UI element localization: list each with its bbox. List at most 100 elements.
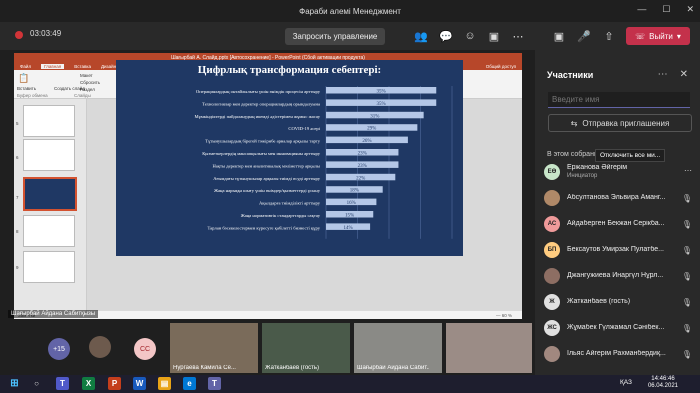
participant-name: Жатканбаев (гость): [567, 298, 631, 305]
minimize-icon[interactable]: —: [637, 4, 646, 15]
participants-icon[interactable]: 👥: [413, 29, 429, 43]
explorer-icon[interactable]: ▤: [158, 377, 171, 390]
reactions-icon[interactable]: ☺: [462, 29, 478, 43]
muted-mic-icon[interactable]: 🎙: [682, 220, 692, 229]
ppt-tab[interactable]: Вставка: [74, 64, 91, 69]
video-tile[interactable]: [446, 323, 532, 373]
section-button[interactable]: Раздел: [80, 87, 95, 92]
share-link-icon: ⇆: [570, 118, 578, 128]
participant-row[interactable]: АС Айдаберген Бекжан Серікба... 🎙: [535, 213, 700, 235]
close-icon[interactable]: ✕: [686, 4, 694, 15]
ppt-tab-active[interactable]: Главная: [41, 63, 65, 69]
category-label: COVID-19 әсері: [288, 126, 320, 131]
participant-name: Ільяс Айгерім Рахманбердиқ...: [567, 350, 666, 357]
video-tile[interactable]: Жатканбаев (гость): [262, 323, 350, 373]
ppt-tab[interactable]: Дизайн: [101, 64, 116, 69]
close-panel-icon[interactable]: ✕: [680, 69, 688, 80]
video-tile[interactable]: Шағырбай Айдана Сабит...: [354, 323, 442, 373]
microphone-icon[interactable]: 🎤: [576, 29, 592, 43]
search-icon[interactable]: ○: [30, 377, 43, 390]
slide-thumbnail[interactable]: [23, 105, 75, 137]
participant-name: Жұмабек Гүлжамал Сәнібек...: [567, 324, 665, 331]
teams-app-icon[interactable]: T: [208, 377, 221, 390]
reset-button[interactable]: Сбросить: [80, 80, 100, 85]
bar-value-label: 18%: [350, 189, 359, 194]
request-control-button[interactable]: Запросить управление: [285, 28, 385, 45]
slide-canvas: Цифрлық трансформация себептері: Операци…: [116, 60, 463, 256]
bar-value-label: 14%: [343, 226, 352, 231]
muted-mic-icon[interactable]: 🎙: [682, 350, 692, 359]
thumb-number: 9: [16, 265, 19, 270]
excel-icon[interactable]: X: [82, 377, 95, 390]
muted-mic-icon[interactable]: 🎙: [682, 246, 692, 255]
more-participants[interactable]: +15: [48, 338, 70, 360]
zoom-control[interactable]: — 60 %: [496, 313, 512, 318]
leave-button[interactable]: ☏ Выйти ▾: [626, 27, 690, 45]
participant-more-icon[interactable]: ⋯: [684, 166, 692, 175]
windows-start-icon[interactable]: ⊞: [8, 377, 21, 390]
slide-thumbnails: 5 6 7 8 9: [14, 99, 87, 311]
category-label: Технологиялар мен деректер операцияларды…: [202, 101, 320, 106]
camera-icon[interactable]: ▣: [551, 29, 567, 43]
thumb-number: 6: [16, 155, 19, 160]
participant-avatar: [544, 268, 560, 284]
video-tile[interactable]: Нургаева Камила Се...: [170, 323, 258, 373]
leave-label: Выйти: [649, 31, 673, 41]
muted-mic-icon[interactable]: 🎙: [682, 298, 692, 307]
bar-value-label: 31%: [370, 114, 379, 119]
chat-icon[interactable]: 💬: [438, 29, 454, 43]
taskbar-clock[interactable]: 14:46:46 06.04.2021: [648, 376, 678, 390]
paste-icon[interactable]: 📋: [18, 73, 29, 84]
bar-value-label: 35%: [377, 102, 386, 107]
video-tile-label: Нургаева Камила Се...: [173, 365, 236, 371]
teams-icon[interactable]: T: [56, 377, 69, 390]
muted-mic-icon[interactable]: 🎙: [682, 272, 692, 281]
powerpoint-icon[interactable]: P: [108, 377, 121, 390]
category-label: Ағымдағы тұтынушылар арқылы тиімді өсуді…: [213, 176, 320, 181]
share-screen-icon[interactable]: ⇧: [601, 29, 617, 43]
muted-mic-icon[interactable]: 🎙: [682, 324, 692, 333]
ppt-share[interactable]: Общий доступ: [486, 64, 516, 69]
participant-search-input[interactable]: [548, 92, 690, 108]
layout-button[interactable]: Макет: [80, 73, 93, 78]
edge-icon[interactable]: e: [183, 377, 196, 390]
bar-value-label: 22%: [356, 176, 365, 181]
bar-value-label: 26%: [362, 139, 371, 144]
slide-thumbnail[interactable]: [23, 139, 75, 171]
participant-row[interactable]: Абсултанова Эльвира Аманг... 🎙: [535, 187, 700, 209]
participant-row[interactable]: Ільяс Айгерім Рахманбердиқ... 🎙: [535, 343, 700, 365]
slide-thumbnail-selected[interactable]: [23, 177, 77, 211]
windows-taskbar: [0, 375, 700, 393]
participants-panel: Участники ⋯ ✕ ⇆ Отправка приглашения В э…: [535, 50, 700, 375]
language-indicator[interactable]: ҚАЗ: [620, 379, 632, 386]
word-icon[interactable]: W: [133, 377, 146, 390]
more-options-icon[interactable]: ⋯: [510, 29, 526, 43]
phone-icon: ☏: [635, 31, 646, 41]
participant-row[interactable]: Ж Жатканбаев (гость) 🎙: [535, 291, 700, 313]
recording-icon: [15, 31, 23, 39]
participant-name: Абсултанова Эльвира Аманг...: [567, 194, 666, 201]
participant-row[interactable]: Джангужиева Инаргүл Нұрл... 🎙: [535, 265, 700, 287]
category-label: Қызметкерлердің мансапқылығы мен инновац…: [202, 151, 320, 156]
clock-date: 06.04.2021: [647, 383, 678, 389]
participant-row[interactable]: БП Бексаутов Умирзак Пулатбе... 🎙: [535, 239, 700, 261]
category-label: Жаңа нормативтік стандарттарды сақтау: [241, 213, 321, 218]
window-controls: — ☐ ✕: [637, 4, 694, 15]
participant-row[interactable]: ЖС Жұмабек Гүлжамал Сәнібек... 🎙: [535, 317, 700, 339]
paste-button[interactable]: Вставить: [17, 86, 36, 91]
ppt-tab[interactable]: Файл: [20, 64, 31, 69]
slide-thumbnail[interactable]: [23, 215, 75, 247]
meeting-timer: 03:03:49: [30, 29, 62, 38]
maximize-icon[interactable]: ☐: [662, 4, 670, 15]
more-icon[interactable]: ⋯: [658, 69, 668, 80]
participant-initials: CC: [134, 338, 156, 360]
slides-group: Слайды: [74, 93, 91, 98]
slide-thumbnail[interactable]: [23, 251, 75, 283]
participant-row[interactable]: ЕӨ Ержанова Әйгерім Инициатор ⋯: [535, 161, 700, 183]
muted-mic-icon[interactable]: 🎙: [682, 194, 692, 203]
send-invite-button[interactable]: ⇆ Отправка приглашения: [548, 114, 692, 132]
participant-avatar: Ж: [544, 294, 560, 310]
breakout-icon[interactable]: ▣: [486, 29, 502, 43]
bar-value-label: 15%: [345, 214, 354, 219]
video-tile-label: Жатканбаев (гость): [265, 365, 320, 371]
